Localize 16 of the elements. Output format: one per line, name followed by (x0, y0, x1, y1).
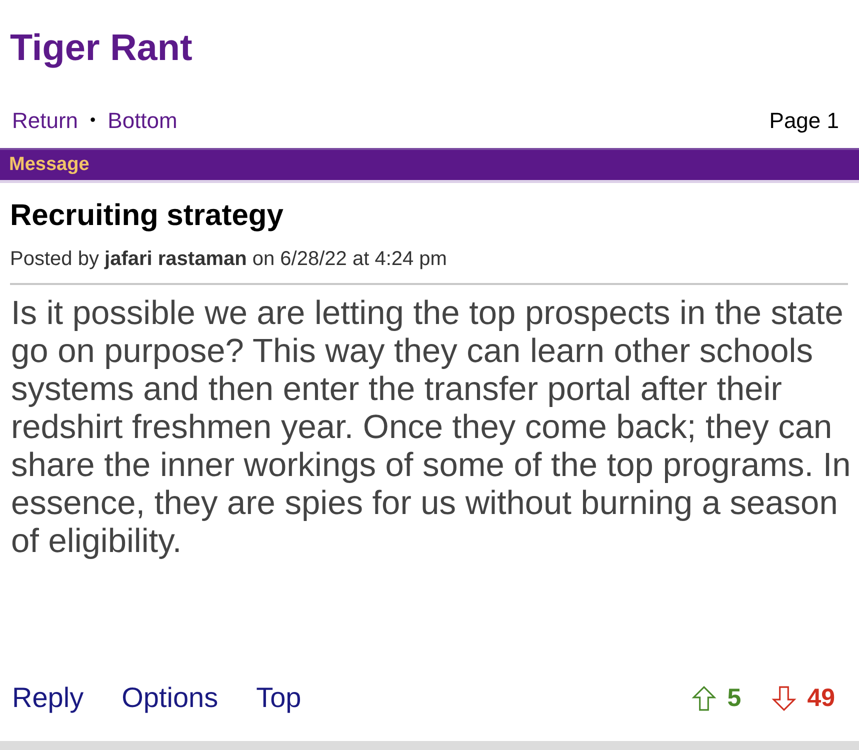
vote-count: 5 (727, 684, 742, 712)
action-link[interactable]: Top (256, 682, 302, 713)
nav-link[interactable]: Return (12, 108, 78, 134)
up-arrow-icon[interactable] (691, 684, 718, 712)
down-arrow-icon[interactable] (771, 684, 798, 712)
action-link[interactable]: Reply (12, 682, 84, 713)
vote-count: 49 (807, 684, 835, 712)
post-body: Is it possible we are letting the top prospects in the state go on purpose? This way they can learn other schools systems and then enter the transfer portal after their redshirt freshmen year. Once they come back; they can share the inner workings of some of the top programs. In essence, they are spies for us without burning a season of eligibility. (11, 295, 852, 561)
post-subject: Recruiting strategy (10, 198, 284, 234)
nav-link[interactable]: Bottom (108, 108, 178, 134)
action-link[interactable]: Options (122, 682, 218, 713)
page-indicator: Page 1 (769, 108, 839, 134)
post-meta: Posted by jafari rastaman on 6/28/22 at 4:24 pm (10, 247, 448, 272)
separator-dot: • (90, 112, 96, 130)
section-label: Message (9, 154, 90, 176)
site-title: Tiger Rant (9, 26, 194, 70)
